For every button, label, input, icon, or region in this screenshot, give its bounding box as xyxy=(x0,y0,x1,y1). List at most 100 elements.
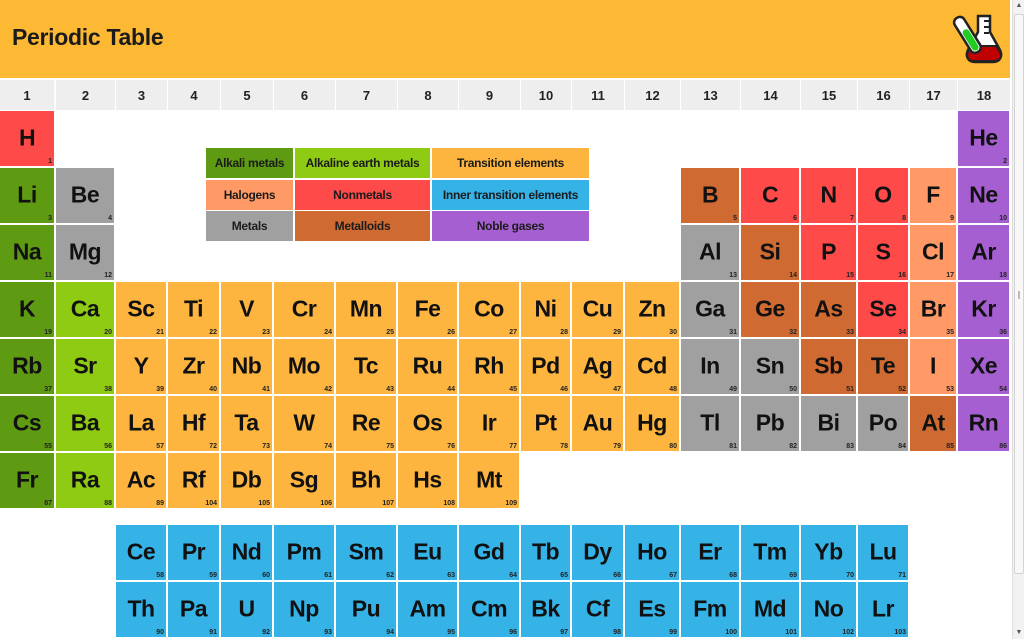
element-cell-ra[interactable]: Ra 88 xyxy=(56,453,114,508)
element-cell-si[interactable]: Si 14 xyxy=(741,225,799,280)
element-cell-c[interactable]: C6 xyxy=(741,168,799,223)
element-cell-sb[interactable]: Sb 51 xyxy=(801,339,856,394)
element-cell-na[interactable]: Na 11 xyxy=(0,225,54,280)
element-cell-sm[interactable]: Sm 62 xyxy=(336,525,396,580)
element-cell-hf[interactable]: Hf 72 xyxy=(168,396,219,451)
element-cell-pb[interactable]: Pb 82 xyxy=(741,396,799,451)
element-cell-hs[interactable]: Hs 108 xyxy=(398,453,457,508)
element-cell-tb[interactable]: Tb 65 xyxy=(521,525,570,580)
element-cell-al[interactable]: Al 13 xyxy=(681,225,739,280)
chemistry-flask-icon[interactable] xyxy=(950,10,1004,68)
element-cell-ag[interactable]: Ag 47 xyxy=(572,339,623,394)
element-cell-u[interactable]: U 92 xyxy=(221,582,272,637)
element-cell-ti[interactable]: Ti 22 xyxy=(168,282,219,337)
element-cell-ge[interactable]: Ge 32 xyxy=(741,282,799,337)
element-cell-mo[interactable]: Mo 42 xyxy=(274,339,334,394)
element-cell-lr[interactable]: Lr 103 xyxy=(858,582,908,637)
element-cell-pr[interactable]: Pr 59 xyxy=(168,525,219,580)
element-cell-bi[interactable]: Bi 83 xyxy=(801,396,856,451)
element-cell-se[interactable]: Se 34 xyxy=(858,282,908,337)
element-cell-hg[interactable]: Hg 80 xyxy=(625,396,679,451)
element-cell-v[interactable]: V 23 xyxy=(221,282,272,337)
element-cell-fm[interactable]: Fm 100 xyxy=(681,582,739,637)
element-cell-lu[interactable]: Lu 71 xyxy=(858,525,908,580)
element-cell-rb[interactable]: Rb 37 xyxy=(0,339,54,394)
element-cell-bk[interactable]: Bk 97 xyxy=(521,582,570,637)
element-cell-co[interactable]: Co 27 xyxy=(459,282,519,337)
element-cell-br[interactable]: Br 35 xyxy=(910,282,956,337)
element-cell-cf[interactable]: Cf 98 xyxy=(572,582,623,637)
element-cell-po[interactable]: Po 84 xyxy=(858,396,908,451)
element-cell-b[interactable]: B5 xyxy=(681,168,739,223)
element-cell-ga[interactable]: Ga 31 xyxy=(681,282,739,337)
element-cell-eu[interactable]: Eu 63 xyxy=(398,525,457,580)
element-cell-er[interactable]: Er 68 xyxy=(681,525,739,580)
element-cell-no[interactable]: No 102 xyxy=(801,582,856,637)
element-cell-am[interactable]: Am 95 xyxy=(398,582,457,637)
element-cell-sn[interactable]: Sn 50 xyxy=(741,339,799,394)
element-cell-in[interactable]: In 49 xyxy=(681,339,739,394)
element-cell-dy[interactable]: Dy 66 xyxy=(572,525,623,580)
element-cell-tl[interactable]: Tl 81 xyxy=(681,396,739,451)
element-cell-zn[interactable]: Zn 30 xyxy=(625,282,679,337)
element-cell-gd[interactable]: Gd 64 xyxy=(459,525,519,580)
element-cell-au[interactable]: Au 79 xyxy=(572,396,623,451)
element-cell-mn[interactable]: Mn 25 xyxy=(336,282,396,337)
element-cell-cs[interactable]: Cs 55 xyxy=(0,396,54,451)
element-cell-rn[interactable]: Rn 86 xyxy=(958,396,1009,451)
element-cell-k[interactable]: K 19 xyxy=(0,282,54,337)
element-cell-cm[interactable]: Cm 96 xyxy=(459,582,519,637)
element-cell-zr[interactable]: Zr 40 xyxy=(168,339,219,394)
element-cell-ne[interactable]: Ne 10 xyxy=(958,168,1009,223)
element-cell-be[interactable]: Be 4 xyxy=(56,168,114,223)
element-cell-n[interactable]: N7 xyxy=(801,168,856,223)
element-cell-pu[interactable]: Pu 94 xyxy=(336,582,396,637)
scroll-down-arrow-icon[interactable]: ▼ xyxy=(1013,627,1024,639)
element-cell-f[interactable]: F9 xyxy=(910,168,956,223)
element-cell-ir[interactable]: Ir 77 xyxy=(459,396,519,451)
element-cell-nb[interactable]: Nb 41 xyxy=(221,339,272,394)
element-cell-la[interactable]: La 57 xyxy=(116,396,166,451)
element-cell-ni[interactable]: Ni 28 xyxy=(521,282,570,337)
element-cell-db[interactable]: Db 105 xyxy=(221,453,272,508)
element-cell-np[interactable]: Np 93 xyxy=(274,582,334,637)
element-cell-ho[interactable]: Ho 67 xyxy=(625,525,679,580)
element-cell-s[interactable]: S 16 xyxy=(858,225,908,280)
element-cell-rh[interactable]: Rh 45 xyxy=(459,339,519,394)
element-cell-he[interactable]: He 2 xyxy=(958,111,1009,166)
element-cell-p[interactable]: P 15 xyxy=(801,225,856,280)
element-cell-tc[interactable]: Tc 43 xyxy=(336,339,396,394)
element-cell-pd[interactable]: Pd 46 xyxy=(521,339,570,394)
element-cell-at[interactable]: At 85 xyxy=(910,396,956,451)
element-cell-w[interactable]: W 74 xyxy=(274,396,334,451)
element-cell-fr[interactable]: Fr 87 xyxy=(0,453,54,508)
element-cell-fe[interactable]: Fe 26 xyxy=(398,282,457,337)
element-cell-re[interactable]: Re 75 xyxy=(336,396,396,451)
element-cell-sg[interactable]: Sg 106 xyxy=(274,453,334,508)
element-cell-h[interactable]: H1 xyxy=(0,111,54,166)
element-cell-mg[interactable]: Mg 12 xyxy=(56,225,114,280)
element-cell-nd[interactable]: Nd 60 xyxy=(221,525,272,580)
element-cell-yb[interactable]: Yb 70 xyxy=(801,525,856,580)
element-cell-ru[interactable]: Ru 44 xyxy=(398,339,457,394)
element-cell-as[interactable]: As 33 xyxy=(801,282,856,337)
element-cell-xe[interactable]: Xe 54 xyxy=(958,339,1009,394)
element-cell-ce[interactable]: Ce 58 xyxy=(116,525,166,580)
element-cell-pm[interactable]: Pm 61 xyxy=(274,525,334,580)
element-cell-ac[interactable]: Ac 89 xyxy=(116,453,166,508)
element-cell-y[interactable]: Y 39 xyxy=(116,339,166,394)
element-cell-cl[interactable]: Cl 17 xyxy=(910,225,956,280)
element-cell-md[interactable]: Md 101 xyxy=(741,582,799,637)
element-cell-kr[interactable]: Kr 36 xyxy=(958,282,1009,337)
element-cell-es[interactable]: Es 99 xyxy=(625,582,679,637)
scroll-up-arrow-icon[interactable]: ▲ xyxy=(1013,0,1024,12)
element-cell-rf[interactable]: Rf 104 xyxy=(168,453,219,508)
scrollbar-thumb[interactable] xyxy=(1014,14,1024,574)
element-cell-cd[interactable]: Cd 48 xyxy=(625,339,679,394)
element-cell-ar[interactable]: Ar 18 xyxy=(958,225,1009,280)
element-cell-i[interactable]: I 53 xyxy=(910,339,956,394)
element-cell-o[interactable]: O8 xyxy=(858,168,908,223)
element-cell-pa[interactable]: Pa 91 xyxy=(168,582,219,637)
element-cell-tm[interactable]: Tm 69 xyxy=(741,525,799,580)
element-cell-ca[interactable]: Ca 20 xyxy=(56,282,114,337)
